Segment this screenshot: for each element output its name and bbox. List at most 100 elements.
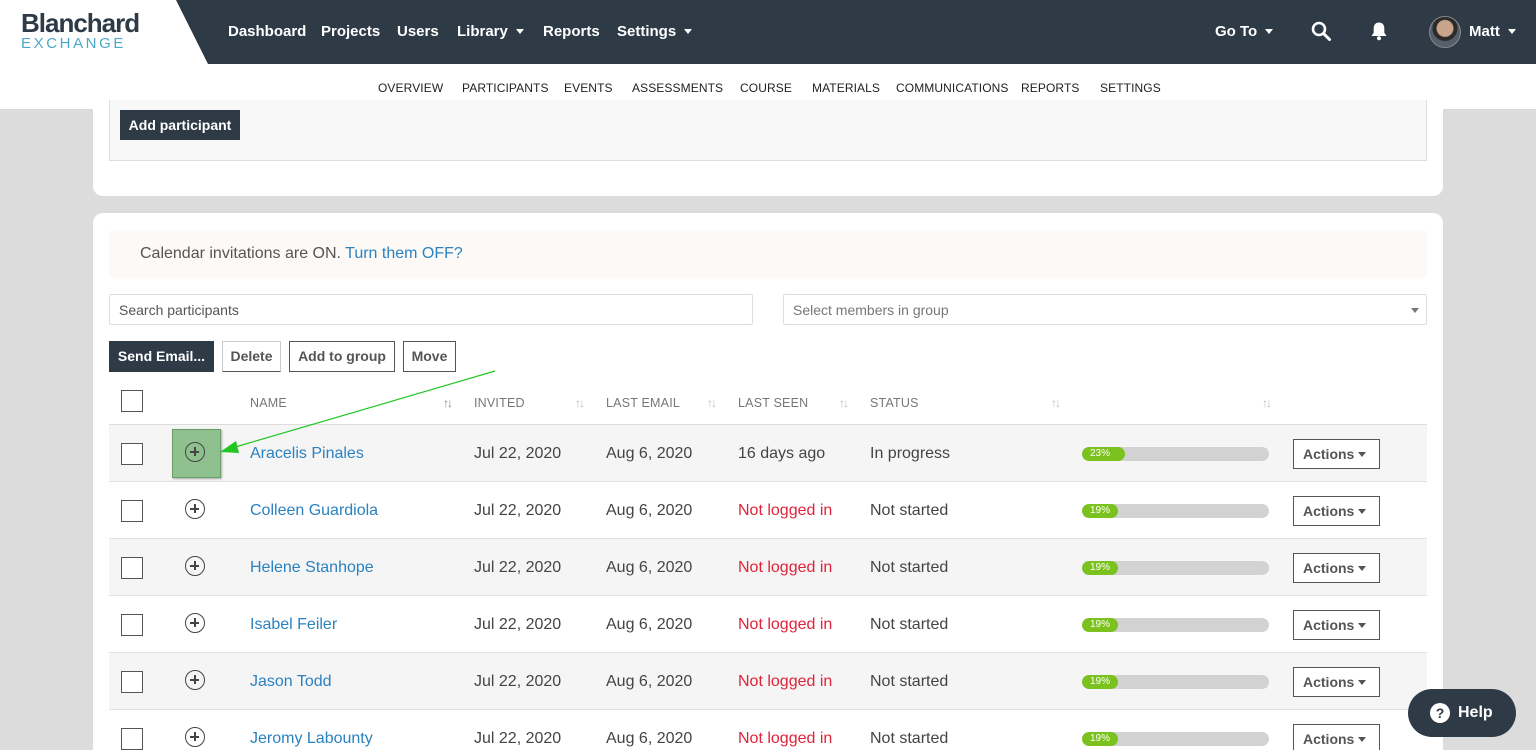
actions-button[interactable]: Actions bbox=[1293, 496, 1380, 526]
row-checkbox[interactable] bbox=[121, 671, 143, 693]
search-input[interactable] bbox=[109, 294, 753, 325]
notice-text: Calendar invitations are ON. bbox=[140, 245, 341, 262]
invited-date: Jul 22, 2020 bbox=[474, 730, 562, 747]
tab-settings[interactable]: SETTINGS bbox=[1100, 81, 1161, 95]
last-seen: Not logged in bbox=[738, 559, 833, 576]
group-select[interactable]: Select members in group bbox=[783, 294, 1427, 325]
expand-plus-icon[interactable] bbox=[185, 670, 205, 690]
chevron-down-icon bbox=[684, 29, 693, 34]
progress-bar: 19% bbox=[1082, 732, 1269, 746]
status: Not started bbox=[870, 559, 949, 576]
tab-assessments[interactable]: ASSESSMENTS bbox=[632, 81, 723, 95]
group-select-placeholder: Select members in group bbox=[793, 302, 949, 318]
row-checkbox[interactable] bbox=[121, 443, 143, 465]
move-button[interactable]: Move bbox=[403, 341, 456, 372]
last-seen: Not logged in bbox=[738, 730, 833, 747]
calendar-notice: Calendar invitations are ON. Turn them O… bbox=[109, 230, 1427, 278]
status: Not started bbox=[870, 730, 949, 747]
expand-plus-icon[interactable] bbox=[185, 613, 205, 633]
tab-overview[interactable]: OVERVIEW bbox=[378, 81, 443, 95]
progress-bar: 19% bbox=[1082, 618, 1269, 632]
actions-button[interactable]: Actions bbox=[1293, 667, 1380, 697]
col-name[interactable]: NAME bbox=[250, 396, 287, 410]
table-row: Colleen Guardiola Jul 22, 2020 Aug 6, 20… bbox=[109, 482, 1427, 539]
table-row: Jason Todd Jul 22, 2020 Aug 6, 2020 Not … bbox=[109, 653, 1427, 710]
actions-button[interactable]: Actions bbox=[1293, 553, 1380, 583]
actions-label: Actions bbox=[1303, 617, 1355, 633]
avatar[interactable] bbox=[1429, 16, 1461, 48]
participant-name[interactable]: Colleen Guardiola bbox=[250, 502, 378, 520]
col-status[interactable]: STATUS bbox=[870, 396, 919, 410]
last-email-date: Aug 6, 2020 bbox=[606, 445, 693, 462]
expand-plus-icon[interactable] bbox=[185, 727, 205, 747]
participant-name[interactable]: Isabel Feiler bbox=[250, 616, 337, 634]
nav-reports[interactable]: Reports bbox=[543, 23, 600, 40]
tab-reports[interactable]: REPORTS bbox=[1021, 81, 1080, 95]
send-email-button[interactable]: Send Email... bbox=[109, 341, 214, 372]
table-row: Helene Stanhope Jul 22, 2020 Aug 6, 2020… bbox=[109, 539, 1427, 596]
tab-materials[interactable]: MATERIALS bbox=[812, 81, 880, 95]
goto-label: Go To bbox=[1215, 23, 1258, 40]
invited-date: Jul 22, 2020 bbox=[474, 616, 562, 633]
expand-plus-icon[interactable] bbox=[185, 556, 205, 576]
nav-library[interactable]: Library bbox=[457, 23, 524, 40]
row-checkbox[interactable] bbox=[121, 500, 143, 522]
last-email-date: Aug 6, 2020 bbox=[606, 502, 693, 519]
actions-label: Actions bbox=[1303, 731, 1355, 747]
last-email-date: Aug 6, 2020 bbox=[606, 673, 693, 690]
col-last-seen[interactable]: LAST SEEN bbox=[738, 396, 808, 410]
tab-course[interactable]: COURSE bbox=[740, 81, 792, 95]
chevron-down-icon bbox=[1358, 623, 1366, 628]
sort-icon[interactable]: ↑↓ bbox=[707, 396, 717, 410]
participant-name[interactable]: Helene Stanhope bbox=[250, 559, 374, 577]
select-all-checkbox[interactable] bbox=[121, 390, 143, 412]
nav-projects[interactable]: Projects bbox=[321, 23, 380, 40]
chevron-down-icon bbox=[1358, 737, 1366, 742]
tab-communications[interactable]: COMMUNICATIONS bbox=[896, 81, 1009, 95]
row-checkbox[interactable] bbox=[121, 557, 143, 579]
goto-menu[interactable]: Go To bbox=[1215, 23, 1274, 40]
tab-events[interactable]: EVENTS bbox=[564, 81, 613, 95]
chevron-down-icon bbox=[1265, 29, 1274, 34]
sort-icon[interactable]: ↑↓ bbox=[575, 396, 585, 410]
actions-button[interactable]: Actions bbox=[1293, 610, 1380, 640]
invited-date: Jul 22, 2020 bbox=[474, 445, 562, 462]
add-to-group-button[interactable]: Add to group bbox=[289, 341, 395, 372]
col-invited[interactable]: INVITED bbox=[474, 396, 525, 410]
participant-name[interactable]: Jeromy Labounty bbox=[250, 730, 373, 748]
actions-button[interactable]: Actions bbox=[1293, 724, 1380, 750]
add-participant-button[interactable]: Add participant bbox=[120, 110, 240, 140]
participant-name[interactable]: Aracelis Pinales bbox=[250, 445, 364, 463]
bell-icon[interactable] bbox=[1370, 21, 1388, 41]
actions-label: Actions bbox=[1303, 560, 1355, 576]
col-last-email[interactable]: LAST EMAIL bbox=[606, 396, 680, 410]
sort-icon[interactable]: ↑↓ bbox=[839, 396, 849, 410]
sort-icon[interactable]: ↑↓ bbox=[443, 396, 453, 410]
add-participant-panel bbox=[109, 100, 1427, 161]
row-checkbox[interactable] bbox=[121, 614, 143, 636]
last-email-date: Aug 6, 2020 bbox=[606, 730, 693, 747]
chevron-down-icon bbox=[515, 29, 524, 34]
user-menu[interactable]: Matt bbox=[1469, 23, 1516, 40]
question-icon: ? bbox=[1430, 703, 1450, 723]
last-seen: Not logged in bbox=[738, 673, 833, 690]
turn-off-link[interactable]: Turn them OFF? bbox=[345, 245, 463, 262]
chevron-down-icon bbox=[1358, 566, 1366, 571]
chevron-down-icon bbox=[1358, 452, 1366, 457]
nav-settings-label: Settings bbox=[617, 23, 677, 40]
nav-settings[interactable]: Settings bbox=[617, 23, 693, 40]
nav-dashboard[interactable]: Dashboard bbox=[228, 23, 306, 40]
row-checkbox[interactable] bbox=[121, 728, 143, 750]
sort-icon[interactable]: ↑↓ bbox=[1262, 396, 1272, 410]
status: Not started bbox=[870, 502, 949, 519]
participant-name[interactable]: Jason Todd bbox=[250, 673, 332, 691]
expand-plus-icon[interactable] bbox=[185, 442, 205, 462]
sort-icon[interactable]: ↑↓ bbox=[1051, 396, 1061, 410]
search-icon[interactable] bbox=[1311, 21, 1331, 41]
logo[interactable]: Blanchard EXCHANGE bbox=[0, 0, 208, 64]
expand-plus-icon[interactable] bbox=[185, 499, 205, 519]
nav-users[interactable]: Users bbox=[397, 23, 439, 40]
help-button[interactable]: ? Help bbox=[1408, 689, 1516, 737]
delete-button[interactable]: Delete bbox=[222, 341, 281, 372]
actions-button[interactable]: Actions bbox=[1293, 439, 1380, 469]
